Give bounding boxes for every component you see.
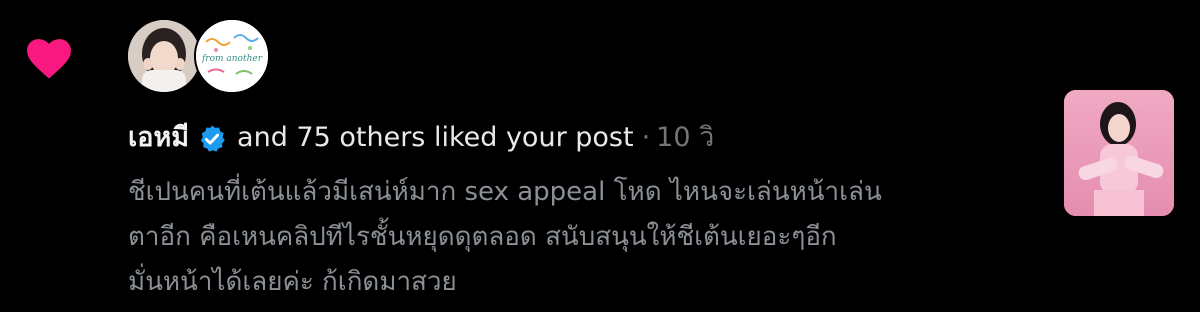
post-text[interactable]: ชีเปนคนที่เต้นแล้วมีเสน่ห์มาก sex appeal… [128,170,1008,305]
liked-text: and 75 others liked your post [237,122,634,153]
post-image-thumbnail[interactable] [1064,90,1174,216]
verified-badge-icon [200,125,225,152]
separator-dot: · [641,122,651,153]
avatar-lettering: from another [201,54,263,64]
timestamp: 10 วิ [656,122,715,153]
heart-icon [27,39,71,79]
illustrated-avatar[interactable]: from another [194,18,270,94]
user-name[interactable]: เอหมี [128,116,189,160]
like-notification[interactable]: from another เอหมี and 75 others liked y… [0,0,1200,312]
notification-headline: เอหมี and 75 others liked your post · 10… [128,116,714,160]
user-photo-avatar[interactable] [128,20,200,92]
